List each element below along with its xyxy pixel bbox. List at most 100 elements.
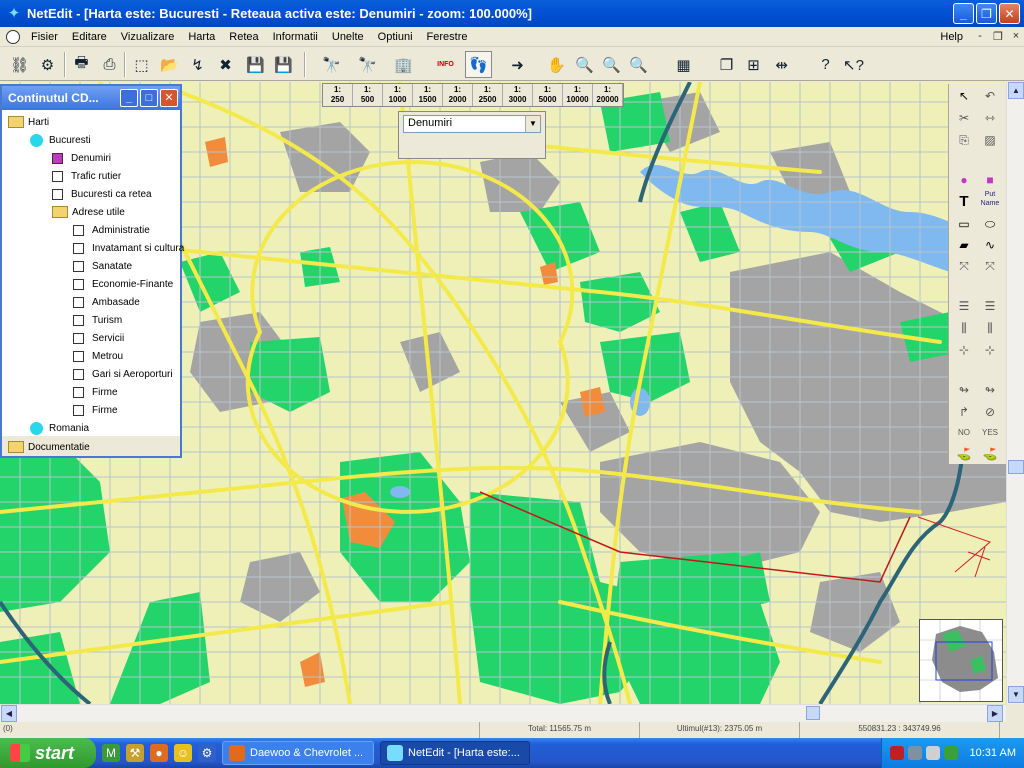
go-to-icon[interactable]: ➜: [504, 51, 531, 78]
cut-icon[interactable]: ✂: [952, 108, 976, 128]
menu-help[interactable]: Help: [933, 31, 970, 43]
tree-node-adrese-item[interactable]: Economie-Finante: [73, 275, 173, 293]
square-point-icon[interactable]: ■: [978, 170, 1002, 190]
task-netedit[interactable]: NetEdit - [Harta este:...: [380, 741, 530, 765]
scale-250-button[interactable]: 1: 250: [323, 84, 353, 106]
route-icon[interactable]: ↯: [184, 51, 211, 78]
horizontal-scroll-thumb[interactable]: [806, 706, 820, 720]
panel-maximize-button[interactable]: □: [140, 89, 158, 107]
point-tool-icon[interactable]: ●: [952, 170, 976, 190]
layer-checkbox[interactable]: [73, 260, 84, 272]
distribute-icon[interactable]: ⊹: [952, 340, 976, 360]
info-icon[interactable]: INFO: [432, 51, 459, 78]
tree-node-adrese-item[interactable]: Invatamant si cultura: [73, 239, 184, 257]
tree-node-retea[interactable]: Bucuresti ca retea: [52, 185, 152, 203]
scroll-left-button[interactable]: ◀: [1, 705, 17, 722]
connect-alt-icon[interactable]: ↬: [978, 380, 1002, 400]
tile-icon[interactable]: ⊞: [740, 51, 767, 78]
scale-3000-button[interactable]: 1: 3000: [503, 84, 533, 106]
scale-20000-button[interactable]: 1: 20000: [593, 84, 623, 106]
distribute-alt-icon[interactable]: ⊹: [978, 340, 1002, 360]
turn-icon[interactable]: ↱: [952, 402, 976, 422]
tree-node-adrese-item[interactable]: Administratie: [73, 221, 150, 239]
layer-checkbox[interactable]: [73, 368, 84, 380]
scale-5000-button[interactable]: 1: 5000: [533, 84, 563, 106]
layer-checkbox[interactable]: [73, 278, 84, 290]
messenger-tray-icon[interactable]: [943, 746, 958, 760]
layer-checkbox[interactable]: [73, 386, 84, 398]
save-icon[interactable]: 💾: [242, 51, 269, 78]
save-as-icon[interactable]: 💾: [270, 51, 297, 78]
active-layer-select[interactable]: Denumiri ▼: [403, 115, 541, 133]
volume-icon[interactable]: [925, 746, 940, 760]
layer-checkbox[interactable]: [52, 170, 63, 182]
horizontal-scrollbar[interactable]: ◀ ▶: [0, 704, 1006, 722]
layer-checkbox[interactable]: [73, 332, 84, 344]
no-toggle-icon[interactable]: NO: [952, 423, 976, 443]
menu-fisier[interactable]: Fisier: [24, 31, 65, 43]
layer-checkbox[interactable]: [52, 188, 63, 200]
network-icon[interactable]: [907, 746, 922, 760]
zoom-extent-icon[interactable]: 🔍: [625, 51, 652, 78]
signpost-alt-icon[interactable]: ⛳: [978, 444, 1002, 464]
connect-icon[interactable]: ↬: [952, 380, 976, 400]
open-map-icon[interactable]: ⛓: [6, 51, 33, 78]
hatch-icon[interactable]: ▨: [978, 130, 1002, 150]
tree-node-adrese-item[interactable]: Turism: [73, 311, 122, 329]
move-node-icon[interactable]: ⤧: [978, 256, 1002, 276]
netedit-app-icon[interactable]: ✦: [6, 5, 22, 22]
split-segment-icon[interactable]: ⇿: [978, 108, 1002, 128]
tree-node-adrese-item[interactable]: Firme: [73, 401, 118, 419]
firefox-icon[interactable]: ●: [150, 744, 168, 762]
tree-node-adrese-item[interactable]: Firme: [73, 383, 118, 401]
undo-icon[interactable]: ↶: [978, 86, 1002, 106]
task-firefox[interactable]: Daewoo & Chevrolet ...: [222, 741, 374, 765]
tree-node-romania[interactable]: Romania: [30, 419, 89, 437]
buildings-icon[interactable]: 🏢: [390, 51, 417, 78]
no-turn-icon[interactable]: ⊘: [978, 402, 1002, 422]
rectangle-tool-icon[interactable]: ▭: [952, 214, 976, 234]
start-button[interactable]: start: [0, 738, 96, 768]
overview-minimap[interactable]: [919, 619, 1003, 702]
help-icon[interactable]: ?: [812, 51, 839, 78]
menu-retea[interactable]: Retea: [222, 31, 265, 43]
pan-hand-icon[interactable]: ✋: [543, 51, 570, 78]
zoom-out-icon[interactable]: 🔍: [571, 51, 598, 78]
layer-checkbox[interactable]: [73, 224, 84, 236]
tree-node-adrese-item[interactable]: Ambasade: [73, 293, 140, 311]
tree-node-trafic[interactable]: Trafic rutier: [52, 167, 121, 185]
polygon-fill-icon[interactable]: ▰: [952, 235, 976, 255]
minimize-button[interactable]: _: [953, 3, 974, 24]
select-area-icon[interactable]: ⬚: [128, 51, 155, 78]
yes-toggle-icon[interactable]: YES: [978, 423, 1002, 443]
menu-editare[interactable]: Editare: [65, 31, 114, 43]
scale-2000-button[interactable]: 1: 2000: [443, 84, 473, 106]
menu-ferestre[interactable]: Ferestre: [420, 31, 475, 43]
tree-node-adrese-item[interactable]: Metrou: [73, 347, 123, 365]
document-icon[interactable]: [6, 29, 20, 44]
quicklaunch-settings-icon[interactable]: ⚙: [198, 744, 216, 762]
scale-500-button[interactable]: 1: 500: [353, 84, 383, 106]
panel-minimize-button[interactable]: _: [120, 89, 138, 107]
find-address-icon[interactable]: 🔭: [354, 51, 381, 78]
put-name-icon[interactable]: Put Name: [978, 190, 1002, 210]
print-preview-icon[interactable]: ⎙: [96, 51, 123, 78]
layers-icon[interactable]: ⚙: [34, 51, 61, 78]
layer-checkbox[interactable]: [73, 296, 84, 308]
print-icon[interactable]: 🖶: [68, 51, 95, 78]
tree-node-documentatie[interactable]: Documentatie: [8, 438, 90, 456]
messenger-icon[interactable]: ☺: [174, 744, 192, 762]
scale-10000-button[interactable]: 1: 10000: [563, 84, 593, 106]
align-right-icon[interactable]: ☰: [978, 296, 1002, 316]
layer-checkbox[interactable]: [52, 152, 63, 164]
antivirus-icon[interactable]: [889, 746, 904, 760]
layer-checkbox[interactable]: [73, 404, 84, 416]
scale-1000-button[interactable]: 1: 1000: [383, 84, 413, 106]
panel-close-button[interactable]: ✕: [160, 89, 178, 107]
scroll-down-button[interactable]: ▼: [1008, 686, 1024, 703]
context-help-icon[interactable]: ↖?: [840, 51, 867, 78]
menu-optiuni[interactable]: Optiuni: [371, 31, 420, 43]
mdi-minimize-button[interactable]: -: [972, 30, 988, 44]
tree-node-bucuresti[interactable]: Bucuresti: [30, 131, 91, 149]
chevron-down-icon[interactable]: ▼: [525, 116, 540, 132]
